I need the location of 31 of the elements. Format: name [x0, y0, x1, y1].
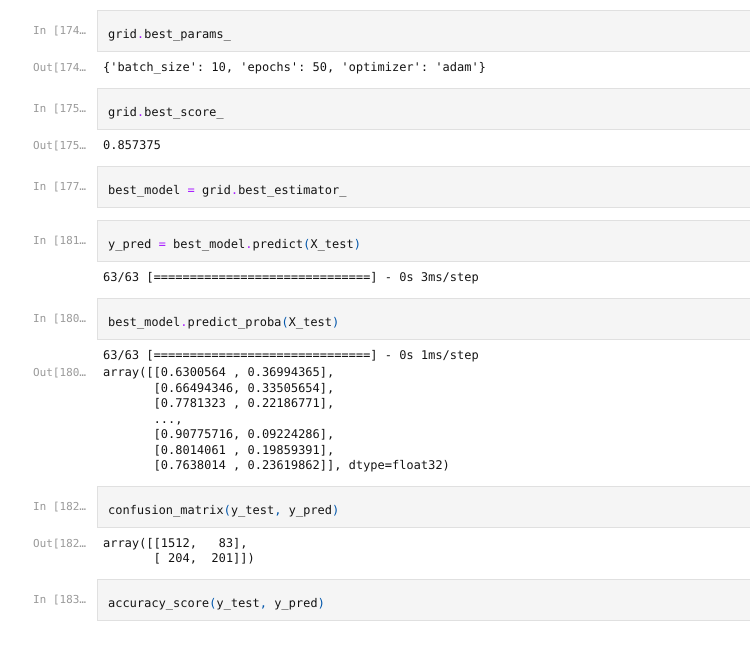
code-line: accuracy_score(y_test, y_pred): [108, 596, 325, 610]
code-cell[interactable]: confusion_matrix(y_test, y_pred): [97, 486, 750, 528]
input-prompt: In [180…: [32, 310, 87, 326]
code-cell[interactable]: y_pred = best_model.predict(X_test): [97, 220, 750, 262]
code-line: grid.best_score_: [108, 105, 224, 119]
output-text: 0.857375: [102, 138, 161, 154]
stream-output: 63/63 [==============================] - 0s 3ms/step: [102, 270, 479, 286]
input-prompt: In [175…: [32, 101, 87, 117]
output-text: array([[1512, 83], [ 204, 201]]): [102, 536, 255, 566]
code-line: best_model = grid.best_estimator_: [108, 183, 346, 197]
stream-output: 63/63 [==============================] - 0s 1ms/step: [102, 348, 479, 363]
output-prompt: Out[175…: [32, 138, 87, 154]
input-prompt: In [183…: [32, 592, 87, 608]
output-prompt: Out[174…: [32, 60, 87, 76]
code-cell[interactable]: accuracy_score(y_test, y_pred): [97, 578, 750, 620]
output-prompt: Out[180…: [32, 365, 87, 381]
code-cell[interactable]: best_model.predict_proba(X_test): [97, 298, 750, 340]
code-cell[interactable]: best_model = grid.best_estimator_: [97, 166, 750, 208]
input-prompt: In [181…: [32, 233, 87, 249]
input-prompt: In [174…: [32, 23, 87, 39]
input-prompt: In [177…: [32, 179, 87, 195]
output-text: array([[0.6300564 , 0.36994365], [0.66494346, 0.33505654], [0.7781323 , 0.22186771], ..., [0.90775716, 0.09224286], [0.8014061 , 0.19859391], [0.7638014 , 0.23619862]], dtype=float32): [102, 365, 450, 474]
output-prompt: Out[182…: [32, 536, 87, 552]
code-line: confusion_matrix(y_test, y_pred): [108, 502, 340, 516]
input-prompt: In [182…: [32, 498, 87, 514]
code-cell[interactable]: grid.best_score_: [97, 88, 750, 130]
code-line: grid.best_params_: [108, 27, 231, 41]
code-cell[interactable]: grid.best_params_: [97, 10, 750, 52]
output-text: {'batch_size': 10, 'epochs': 50, 'optimizer': 'adam'}: [102, 60, 486, 76]
code-line: best_model.predict_proba(X_test): [108, 314, 340, 328]
code-line: y_pred = best_model.predict(X_test): [108, 237, 361, 251]
